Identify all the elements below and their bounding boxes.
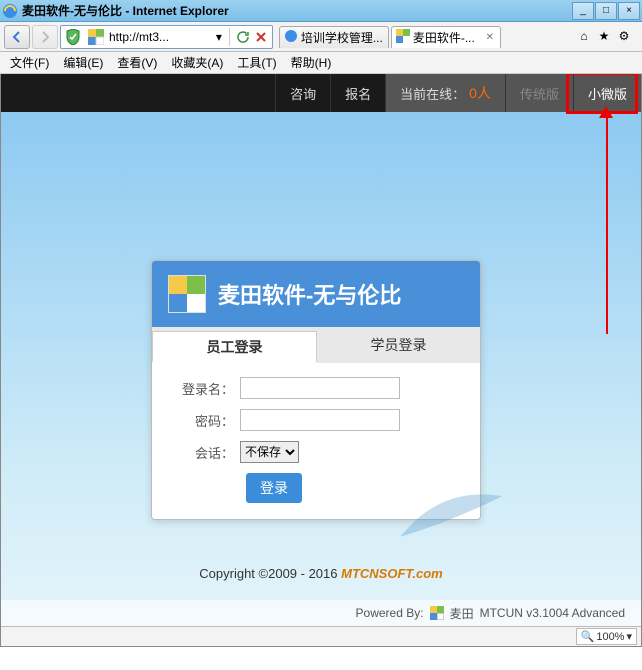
- nav-legacy[interactable]: 传统版: [505, 74, 573, 112]
- refresh-icon[interactable]: [235, 29, 251, 45]
- copyright-line: Copyright ©2009 - 2016 MTCNSOFT.com: [1, 566, 641, 581]
- menu-help[interactable]: 帮助(H): [285, 52, 338, 73]
- nav-online: 当前在线： 0人: [385, 74, 505, 112]
- tab-close-icon[interactable]: ✕: [484, 31, 496, 43]
- session-select[interactable]: 不保存: [240, 441, 299, 463]
- footer-logo-icon: [430, 606, 444, 620]
- address-url[interactable]: http://mt3...: [107, 30, 211, 44]
- window-minimize-button[interactable]: _: [572, 2, 594, 20]
- nav-signup[interactable]: 报名: [330, 74, 385, 112]
- window-titlebar: 麦田软件-无与伦比 - Internet Explorer _ □ ×: [0, 0, 642, 22]
- tab-staff-login[interactable]: 员工登录: [152, 331, 317, 363]
- back-button[interactable]: [4, 25, 30, 49]
- browser-tab[interactable]: 麦田软件-... ✕: [391, 26, 501, 48]
- tools-icon[interactable]: ⚙: [616, 28, 632, 44]
- menu-file[interactable]: 文件(F): [4, 52, 55, 73]
- tab-label: 培训学校管理...: [301, 29, 384, 46]
- copyright-brand[interactable]: MTCNSOFT.com: [341, 566, 443, 581]
- copyright-text: Copyright ©2009 - 2016: [199, 566, 341, 581]
- username-label: 登录名：: [158, 379, 240, 398]
- powered-by-label: Powered By:: [356, 606, 424, 620]
- brand-logo-icon: [168, 275, 206, 313]
- online-label: 当前在线：: [400, 84, 465, 103]
- favorites-icon[interactable]: ★: [596, 28, 612, 44]
- zoom-icon: 🔍: [581, 630, 595, 643]
- tab-label: 麦田软件-...: [413, 29, 481, 46]
- tab-favicon-icon: [284, 29, 298, 46]
- session-label: 会话：: [158, 443, 240, 462]
- panel-header: 麦田软件-无与伦比: [152, 261, 480, 327]
- menu-edit[interactable]: 编辑(E): [57, 52, 109, 73]
- window-close-button[interactable]: ×: [618, 2, 640, 20]
- security-shield-icon[interactable]: [63, 27, 83, 47]
- browser-tab[interactable]: 培训学校管理...: [279, 26, 389, 48]
- menu-bar: 文件(F) 编辑(E) 查看(V) 收藏夹(A) 工具(T) 帮助(H): [0, 52, 642, 74]
- login-tabs: 员工登录 学员登录: [152, 327, 480, 363]
- zoom-control[interactable]: 🔍 100% ▾: [576, 628, 637, 645]
- page-content: 咨询 报名 当前在线： 0人 传统版 小微版 麦田软件-无与伦比 员工登录 学员…: [0, 74, 642, 647]
- nav-consult[interactable]: 咨询: [275, 74, 330, 112]
- panel-title: 麦田软件-无与伦比: [218, 278, 401, 310]
- status-bar: 🔍 100% ▾: [1, 626, 641, 646]
- tab-student-login[interactable]: 学员登录: [317, 327, 480, 363]
- nav-toolbar: http://mt3... ▾ 培训学校管理... 麦田软件-... ✕ ⌂ ★…: [0, 22, 642, 52]
- menu-view[interactable]: 查看(V): [111, 52, 163, 73]
- footer-brand: 麦田: [450, 605, 474, 622]
- decorative-leaf-icon: [391, 476, 511, 546]
- site-topnav: 咨询 报名 当前在线： 0人 传统版 小微版: [1, 74, 641, 112]
- home-icon[interactable]: ⌂: [576, 28, 592, 44]
- stop-icon[interactable]: [253, 29, 269, 45]
- password-label: 密码：: [158, 411, 240, 430]
- username-input[interactable]: [240, 377, 400, 399]
- login-button[interactable]: 登录: [246, 473, 302, 503]
- ie-icon: [2, 3, 18, 19]
- footer-version: MTCUN v3.1004 Advanced: [480, 606, 625, 620]
- annotation-arrow: [605, 114, 609, 334]
- chevron-down-icon: ▾: [626, 630, 632, 643]
- favicon-icon: [88, 29, 104, 45]
- zoom-value: 100%: [596, 631, 624, 643]
- online-count: 0人: [469, 83, 491, 103]
- nav-micro[interactable]: 小微版: [573, 74, 641, 112]
- password-input[interactable]: [240, 409, 400, 431]
- forward-button[interactable]: [32, 25, 58, 49]
- window-maximize-button[interactable]: □: [595, 2, 617, 20]
- tab-favicon-icon: [396, 29, 410, 46]
- window-title: 麦田软件-无与伦比 - Internet Explorer: [22, 2, 572, 19]
- address-dropdown-icon[interactable]: ▾: [211, 30, 227, 44]
- browser-tabs: 培训学校管理... 麦田软件-... ✕: [275, 26, 574, 48]
- menu-favorites[interactable]: 收藏夹(A): [165, 52, 229, 73]
- footer-strip: Powered By: 麦田 MTCUN v3.1004 Advanced: [1, 600, 641, 626]
- address-bar[interactable]: http://mt3... ▾: [60, 25, 273, 49]
- menu-tools[interactable]: 工具(T): [231, 52, 282, 73]
